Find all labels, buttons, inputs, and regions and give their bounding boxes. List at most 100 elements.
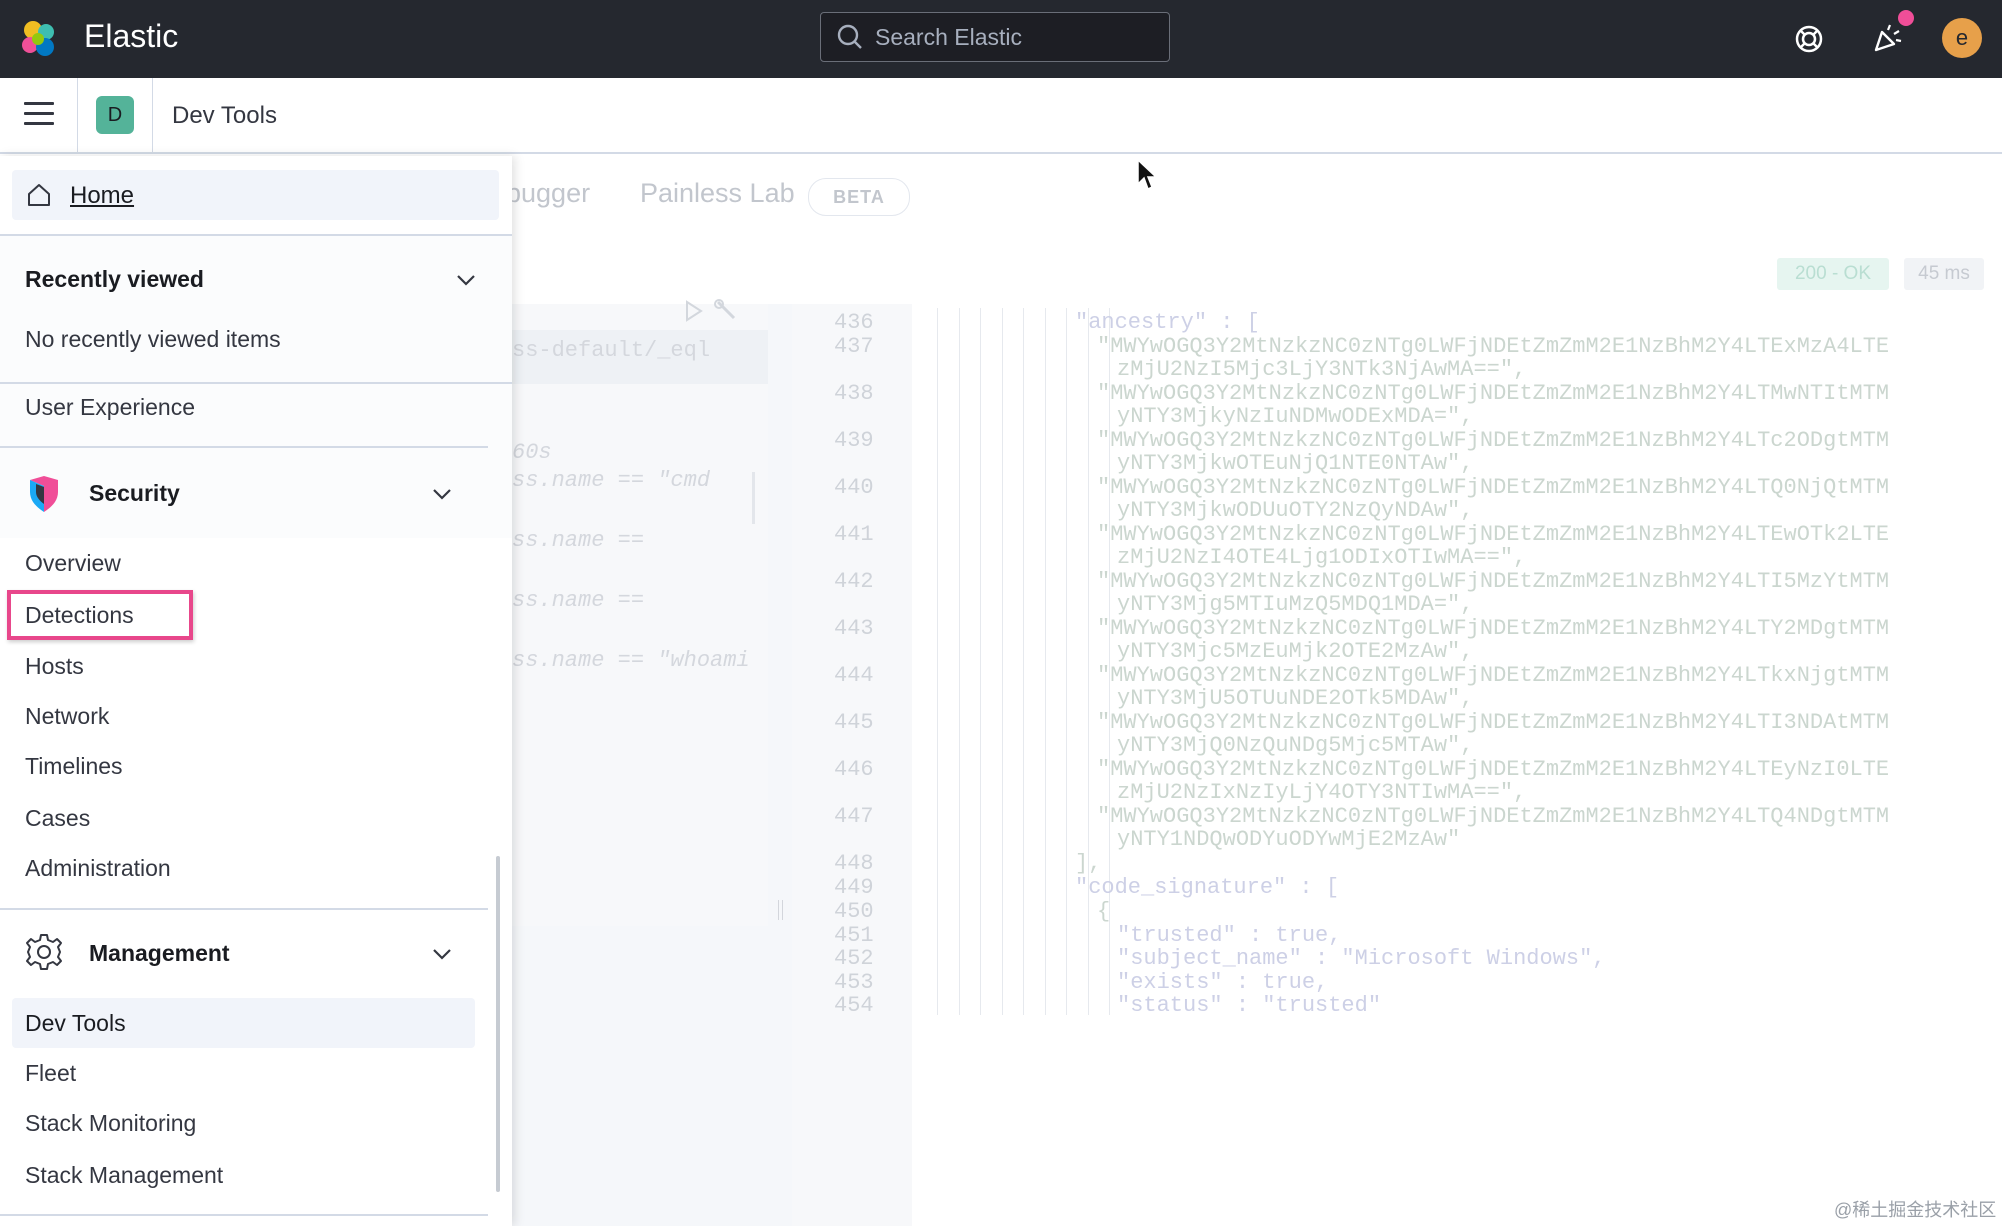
indent-guide [980,661,981,708]
nav-home[interactable]: Home [12,170,499,220]
side-navigation: Home Recently viewed No recently viewed … [0,156,512,1226]
indent-guide [1023,379,1024,426]
indent-guide [1066,873,1067,897]
indent-guide [937,426,938,473]
indent-guide [1001,332,1003,379]
nav-scrollbar[interactable] [496,856,500,1192]
indent-guide [1087,567,1089,614]
indent-guide [1087,379,1089,426]
indent-guide [1066,968,1067,992]
play-icon[interactable] [684,300,704,322]
line-number: 448 [834,851,874,876]
line-number: 447 [834,804,874,829]
indent-guide [1066,755,1067,802]
indent-guide [980,873,981,897]
response-viewer[interactable]: 436 "ancestry" : [437 "MWYwOGQ3Y2MtNzkzNC0… [792,304,2002,1226]
menu-toggle-icon[interactable] [24,102,54,128]
indent-guide [1023,897,1024,921]
divider [0,908,488,910]
indent-guide [1044,614,1046,661]
nav-item-stack-monitoring[interactable]: Stack Monitoring [25,1110,196,1137]
indent-guide [980,802,981,849]
brand-name[interactable]: Elastic [84,18,178,55]
elastic-logo-icon[interactable] [18,18,60,60]
recently-viewed-title[interactable]: Recently viewed [25,266,204,293]
response-code-line: "MWYwOGQ3Y2MtNzkzNC0zNTg0LWFjNDEtZmZmM2E… [1097,381,1890,406]
indent-guide [937,661,938,708]
line-number: 436 [834,310,874,335]
indent-guide [1023,567,1024,614]
help-icon[interactable] [1790,20,1828,58]
indent-guide [1044,897,1046,921]
security-section-title[interactable]: Security [89,480,180,507]
management-section-title[interactable]: Management [89,940,230,967]
nav-item-overview[interactable]: Overview [25,550,121,577]
indent-guide [1023,921,1024,945]
indent-guide [1001,520,1003,567]
recently-viewed-empty: No recently viewed items [25,326,281,352]
indent-guide [958,968,960,992]
indent-guide [1087,921,1089,945]
request-line: 60s [512,440,552,465]
nav-item-cases[interactable]: Cases [25,805,90,832]
wrench-icon[interactable] [712,298,740,324]
line-number: 438 [834,381,874,406]
indent-guide [1001,379,1003,426]
response-code-line: "MWYwOGQ3Y2MtNzkzNC0zNTg0LWFjNDEtZmZmM2E… [1097,334,1890,359]
nav-item-network[interactable]: Network [25,703,109,730]
pane-resizer[interactable] [768,304,792,1226]
response-code-line: "MWYwOGQ3Y2MtNzkzNC0zNTg0LWFjNDEtZmZmM2E… [1097,522,1890,547]
response-code-line: yNTY3MjU5OTUuNDE2OTk5MDAw", [1117,686,1474,711]
chevron-down-icon[interactable] [430,942,454,966]
indent-guide [1066,379,1067,426]
nav-item-dev-tools[interactable]: Dev Tools [25,1010,126,1037]
indent-guide [1087,897,1089,921]
indent-guide [937,379,938,426]
chevron-down-icon[interactable] [454,268,478,292]
home-icon [28,184,50,206]
nav-item-administration[interactable]: Administration [25,855,171,882]
line-number: 440 [834,475,874,500]
user-avatar[interactable]: e [1942,18,1982,58]
indent-guide [1087,968,1089,992]
global-search[interactable] [820,12,1170,62]
indent-guide [1001,873,1003,897]
search-input[interactable] [873,22,1157,52]
indent-guide [980,426,981,473]
request-editor[interactable]: ss-default/_eql 60s ss.name == "cmd ss.n… [512,299,768,926]
nav-item-stack-management[interactable]: Stack Management [25,1162,223,1189]
line-number: 452 [834,946,874,971]
indent-guide [1001,968,1003,992]
indent-guide [1044,567,1046,614]
gear-icon [26,934,62,970]
nav-item-user-experience[interactable]: User Experience [25,394,195,421]
dev-tools-main: bugger Painless Lab BETA 200 - OK 45 ms … [512,156,2002,1226]
indent-guide [1044,991,1046,1015]
indent-guide [937,921,938,945]
editor-scrollbar[interactable] [752,472,755,524]
indent-guide [958,849,960,873]
indent-guide [980,849,981,873]
indent-guide [937,614,938,661]
nav-item-timelines[interactable]: Timelines [25,753,123,780]
nav-item-hosts[interactable]: Hosts [25,653,84,680]
indent-guide [958,921,960,945]
response-code-line: yNTY3MjQ0NzQuNDg5Mjc5MTAw", [1117,733,1474,758]
indent-guide [1066,308,1067,332]
indent-guide [1023,426,1024,473]
indent-guide [1087,944,1089,968]
indent-guide [1066,332,1067,379]
indent-guide [1087,802,1089,849]
tab-grok-debugger[interactable]: bugger [512,178,590,209]
space-avatar[interactable]: D [96,96,134,134]
line-number: 450 [834,899,874,924]
indent-guide [1023,849,1024,873]
nav-item-fleet[interactable]: Fleet [25,1060,76,1087]
indent-guide [980,520,981,567]
newsfeed-icon[interactable] [1868,20,1906,58]
indent-guide [1044,873,1046,897]
indent-guide [1023,520,1024,567]
tab-painless-lab[interactable]: Painless Lab [640,178,795,209]
response-code-line: zMjU2NzI5Mjc3LjY3NTk3NjAwMA==", [1117,357,1527,382]
chevron-down-icon[interactable] [430,482,454,506]
